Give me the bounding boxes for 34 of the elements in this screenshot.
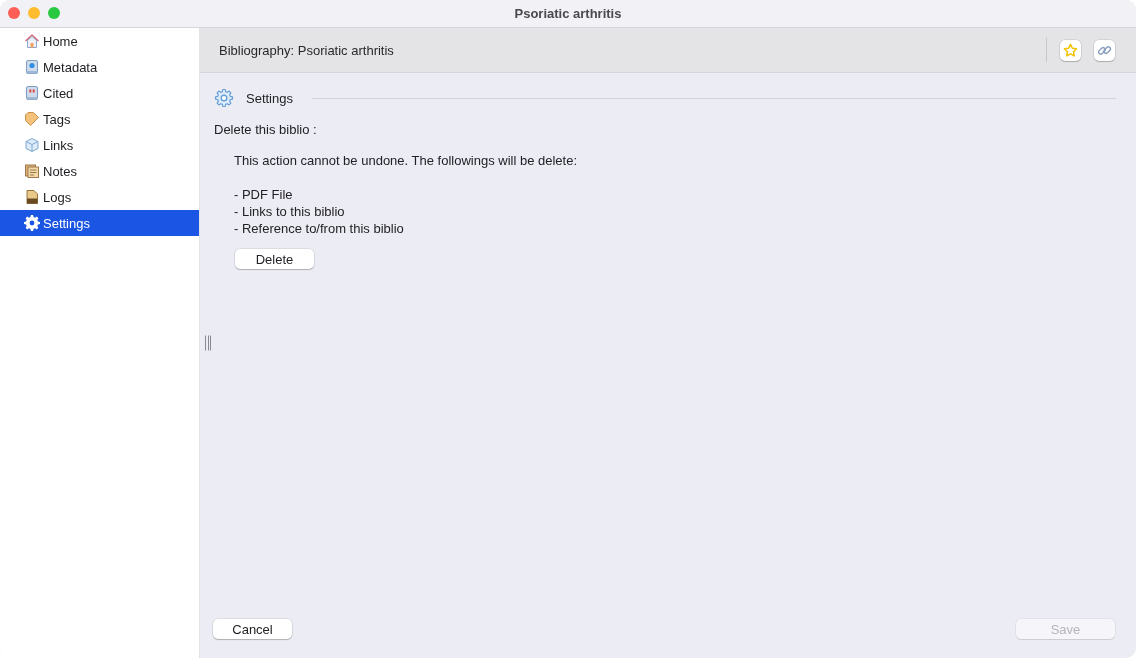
list-item-text: - PDF File bbox=[234, 186, 294, 203]
link-button[interactable] bbox=[1094, 39, 1115, 61]
book-icon bbox=[24, 59, 40, 75]
sidebar-item[interactable]: Metadata bbox=[0, 54, 199, 80]
page-title: Bibliography: Psoriatic arthritis bbox=[219, 42, 394, 58]
settings-icon bbox=[214, 88, 234, 108]
list-item-text: - Links to this biblio bbox=[234, 203, 346, 220]
sidebar-item[interactable]: Cited bbox=[0, 80, 199, 106]
delete-label: Delete this biblio : bbox=[214, 122, 318, 138]
settings-icon bbox=[24, 215, 40, 231]
section-title: Settings bbox=[246, 90, 293, 106]
delete-button[interactable]: Delete bbox=[235, 249, 314, 269]
sidebar-item[interactable]: Logs bbox=[0, 184, 199, 210]
warning-text: This action cannot be undone. The followings will be delete: bbox=[234, 153, 579, 169]
house-icon bbox=[24, 33, 40, 49]
minimize-window-button[interactable] bbox=[28, 7, 40, 19]
star-icon bbox=[1063, 42, 1078, 58]
sidebar-item[interactable]: Settings bbox=[0, 210, 199, 236]
cube-icon bbox=[24, 137, 40, 153]
tag-icon bbox=[24, 111, 40, 127]
document-icon bbox=[24, 189, 40, 205]
favorite-button[interactable] bbox=[1060, 39, 1081, 61]
note-stack-icon bbox=[24, 163, 40, 179]
sidebar-item[interactable]: Home bbox=[0, 28, 199, 54]
zoom-window-button[interactable] bbox=[48, 7, 60, 19]
book-icon bbox=[24, 85, 40, 101]
sidebar-item[interactable]: Links bbox=[0, 132, 199, 158]
list-item-text: - Reference to/from this biblio bbox=[234, 220, 405, 237]
splitter-handle[interactable] bbox=[205, 335, 211, 351]
close-window-button[interactable] bbox=[8, 7, 20, 19]
window-title: Psoriatic arthritis bbox=[514, 6, 622, 21]
sidebar-item[interactable]: Notes bbox=[0, 158, 199, 184]
sidebar-item[interactable]: Tags bbox=[0, 106, 199, 132]
cancel-button[interactable]: Cancel bbox=[213, 619, 292, 639]
